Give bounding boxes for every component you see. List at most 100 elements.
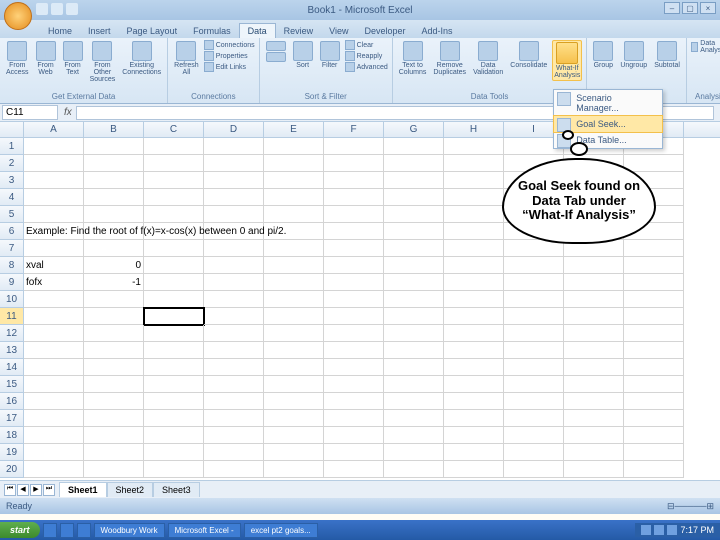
sf-1[interactable]: Reapply — [345, 51, 388, 61]
cell-F14[interactable] — [324, 359, 384, 376]
ext-btn-1[interactable]: FromWeb — [34, 40, 58, 84]
cell-J16[interactable] — [564, 393, 624, 410]
row-header-16[interactable]: 16 — [0, 393, 24, 410]
sheet-nav-prev[interactable]: ◀ — [17, 484, 29, 496]
row-header-7[interactable]: 7 — [0, 240, 24, 257]
cell-H20[interactable] — [444, 461, 504, 478]
cell-E9[interactable] — [264, 274, 324, 291]
cell-G9[interactable] — [384, 274, 444, 291]
sort-az-button[interactable] — [264, 40, 288, 72]
cell-B19[interactable] — [84, 444, 144, 461]
sheet-nav-first[interactable]: ⏮ — [4, 484, 16, 496]
cell-A15[interactable] — [24, 376, 84, 393]
cell-F2[interactable] — [324, 155, 384, 172]
row-header-19[interactable]: 19 — [0, 444, 24, 461]
cell-H9[interactable] — [444, 274, 504, 291]
sheet-tab-sheet1[interactable]: Sheet1 — [59, 482, 107, 497]
cell-B13[interactable] — [84, 342, 144, 359]
cell-D2[interactable] — [204, 155, 264, 172]
cell-E18[interactable] — [264, 427, 324, 444]
cell-E1[interactable] — [264, 138, 324, 155]
cell-F4[interactable] — [324, 189, 384, 206]
cell-D17[interactable] — [204, 410, 264, 427]
cell-F1[interactable] — [324, 138, 384, 155]
cell-H3[interactable] — [444, 172, 504, 189]
cell-K15[interactable] — [624, 376, 684, 393]
cell-A4[interactable] — [24, 189, 84, 206]
what-if-analysis-button[interactable]: What-IfAnalysisScenario Manager...Goal S… — [552, 40, 582, 81]
cell-F8[interactable] — [324, 257, 384, 274]
quicklaunch-0[interactable] — [43, 523, 57, 538]
cell-E3[interactable] — [264, 172, 324, 189]
cell-C1[interactable] — [144, 138, 204, 155]
cell-K8[interactable] — [624, 257, 684, 274]
cell-K17[interactable] — [624, 410, 684, 427]
fx-label[interactable]: fx — [60, 107, 76, 118]
zoom-controls[interactable]: ⊟─────⊞ — [667, 501, 714, 512]
cell-G11[interactable] — [384, 308, 444, 325]
refresh-all-button[interactable]: Refresh All — [172, 40, 201, 77]
cell-C14[interactable] — [144, 359, 204, 376]
cell-E15[interactable] — [264, 376, 324, 393]
col-header-F[interactable]: F — [324, 122, 384, 137]
col-header-H[interactable]: H — [444, 122, 504, 137]
cell-B5[interactable] — [84, 206, 144, 223]
maximize-button[interactable]: ▢ — [682, 2, 698, 14]
cell-I18[interactable] — [504, 427, 564, 444]
taskbar-button-0[interactable]: Woodbury Work — [94, 523, 165, 538]
cell-D8[interactable] — [204, 257, 264, 274]
cell-B8[interactable]: 0 — [84, 257, 144, 274]
cell-D12[interactable] — [204, 325, 264, 342]
quicklaunch-1[interactable] — [60, 523, 74, 538]
cell-G2[interactable] — [384, 155, 444, 172]
cell-G13[interactable] — [384, 342, 444, 359]
cell-C17[interactable] — [144, 410, 204, 427]
ext-btn-0[interactable]: FromAccess — [4, 40, 31, 84]
tab-formulas[interactable]: Formulas — [185, 24, 239, 38]
cell-K20[interactable] — [624, 461, 684, 478]
cell-F18[interactable] — [324, 427, 384, 444]
cell-C20[interactable] — [144, 461, 204, 478]
cell-C11[interactable] — [144, 308, 204, 325]
cell-I11[interactable] — [504, 308, 564, 325]
dt-btn-3[interactable]: Consolidate — [508, 40, 549, 81]
ext-btn-4[interactable]: ExistingConnections — [120, 40, 163, 84]
cell-C8[interactable] — [144, 257, 204, 274]
cell-J13[interactable] — [564, 342, 624, 359]
tab-add-ins[interactable]: Add-Ins — [414, 24, 461, 38]
cell-J14[interactable] — [564, 359, 624, 376]
dt-btn-0[interactable]: Text toColumns — [397, 40, 429, 81]
cell-F5[interactable] — [324, 206, 384, 223]
row-header-9[interactable]: 9 — [0, 274, 24, 291]
cell-B17[interactable] — [84, 410, 144, 427]
cell-K12[interactable] — [624, 325, 684, 342]
cell-B14[interactable] — [84, 359, 144, 376]
ext-btn-2[interactable]: FromText — [61, 40, 85, 84]
cell-A18[interactable] — [24, 427, 84, 444]
cell-C7[interactable] — [144, 240, 204, 257]
cell-D11[interactable] — [204, 308, 264, 325]
tray-icon[interactable] — [667, 525, 677, 535]
cell-H7[interactable] — [444, 240, 504, 257]
cell-F17[interactable] — [324, 410, 384, 427]
cell-E19[interactable] — [264, 444, 324, 461]
cell-D16[interactable] — [204, 393, 264, 410]
cell-I9[interactable] — [504, 274, 564, 291]
cell-J10[interactable] — [564, 291, 624, 308]
cell-B11[interactable] — [84, 308, 144, 325]
cell-K19[interactable] — [624, 444, 684, 461]
name-box[interactable] — [2, 105, 58, 120]
tab-view[interactable]: View — [321, 24, 356, 38]
sheet-nav-last[interactable]: ⏭ — [43, 484, 55, 496]
cell-H5[interactable] — [444, 206, 504, 223]
cell-C3[interactable] — [144, 172, 204, 189]
data-analysis-button[interactable]: Data Analysis — [691, 40, 720, 54]
cell-G20[interactable] — [384, 461, 444, 478]
cell-B18[interactable] — [84, 427, 144, 444]
cell-I19[interactable] — [504, 444, 564, 461]
conn-2[interactable]: Edit Links — [204, 62, 255, 72]
col-header-G[interactable]: G — [384, 122, 444, 137]
row-header-20[interactable]: 20 — [0, 461, 24, 478]
cell-B4[interactable] — [84, 189, 144, 206]
cell-I12[interactable] — [504, 325, 564, 342]
